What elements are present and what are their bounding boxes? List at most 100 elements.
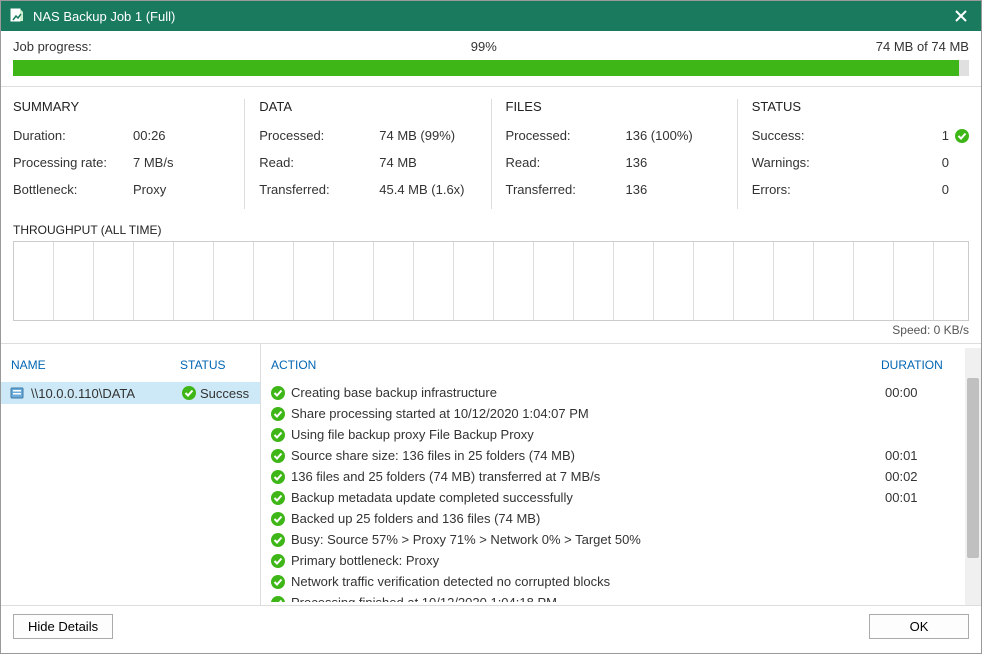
status-heading: STATUS (752, 99, 969, 114)
action-check-icon (271, 386, 285, 400)
data-column: DATA Processed:74 MB (99%) Read:74 MB Tr… (245, 99, 491, 209)
data-heading: DATA (259, 99, 476, 114)
action-check-icon (271, 512, 285, 526)
throughput-section: THROUGHPUT (ALL TIME) Speed: 0 KB/s (1, 219, 981, 343)
warnings-label: Warnings: (752, 155, 872, 170)
action-check-icon (271, 533, 285, 547)
action-duration: 00:02 (885, 469, 975, 484)
action-row[interactable]: Source share size: 136 files in 25 folde… (271, 445, 975, 466)
warnings-value: 0 (925, 155, 949, 170)
throughput-chart (13, 241, 969, 321)
share-row[interactable]: \\10.0.0.110\DATA Success (1, 382, 260, 404)
throughput-speed: Speed: 0 KB/s (13, 321, 969, 343)
action-check-icon (271, 575, 285, 589)
summary-column: SUMMARY Duration:00:26 Processing rate:7… (13, 99, 245, 209)
action-row[interactable]: Using file backup proxy File Backup Prox… (271, 424, 975, 445)
action-check-icon (271, 428, 285, 442)
action-text: Using file backup proxy File Backup Prox… (291, 427, 879, 442)
action-text: Processing finished at 10/12/2020 1:04:1… (291, 595, 879, 602)
action-row[interactable]: Network traffic verification detected no… (271, 571, 975, 592)
duration-label: Duration: (13, 128, 133, 143)
action-text: Network traffic verification detected no… (291, 574, 879, 589)
files-column: FILES Processed:136 (100%) Read:136 Tran… (492, 99, 738, 209)
action-duration: 00:00 (885, 385, 975, 400)
action-text: 136 files and 25 folders (74 MB) transfe… (291, 469, 879, 484)
action-row[interactable]: Backed up 25 folders and 136 files (74 M… (271, 508, 975, 529)
close-button[interactable] (949, 4, 973, 28)
action-text: Busy: Source 57% > Proxy 71% > Network 0… (291, 532, 879, 547)
data-transferred-label: Transferred: (259, 182, 379, 197)
ok-button[interactable]: OK (869, 614, 969, 639)
action-list[interactable]: Creating base backup infrastructure 00:00… (261, 382, 981, 602)
action-check-icon (271, 554, 285, 568)
success-label: Success: (752, 128, 872, 143)
scrollbar-thumb[interactable] (967, 378, 979, 558)
action-text: Backup metadata update completed success… (291, 490, 879, 505)
details-section: NAME STATUS \\10.0.0.110\DATA Success AC… (1, 343, 981, 605)
action-duration: 00:01 (885, 448, 975, 463)
action-row[interactable]: Creating base backup infrastructure 00:00 (271, 382, 975, 403)
stats-section: SUMMARY Duration:00:26 Processing rate:7… (1, 87, 981, 219)
window-title: NAS Backup Job 1 (Full) (33, 9, 949, 24)
summary-heading: SUMMARY (13, 99, 230, 114)
action-row[interactable]: 136 files and 25 folders (74 MB) transfe… (271, 466, 975, 487)
duration-value: 00:26 (133, 128, 230, 143)
app-icon (9, 8, 25, 24)
action-row[interactable]: Primary bottleneck: Proxy (271, 550, 975, 571)
status-column: STATUS Success: 1 Warnings: 0 Errors: 0 (738, 99, 969, 209)
share-name: \\10.0.0.110\DATA (31, 386, 176, 401)
progress-section: Job progress: 99% 74 MB of 74 MB (1, 31, 981, 87)
share-status: Success (200, 386, 249, 401)
files-transferred-label: Transferred: (506, 182, 626, 197)
status-column-header[interactable]: STATUS (180, 358, 250, 372)
action-check-icon (271, 491, 285, 505)
bottleneck-value: Proxy (133, 182, 230, 197)
rate-value: 7 MB/s (133, 155, 230, 170)
action-text: Share processing started at 10/12/2020 1… (291, 406, 879, 421)
action-column-header[interactable]: ACTION (271, 358, 881, 372)
action-check-icon (271, 449, 285, 463)
action-text: Backed up 25 folders and 136 files (74 M… (291, 511, 879, 526)
action-check-icon (271, 470, 285, 484)
action-row[interactable]: Busy: Source 57% > Proxy 71% > Network 0… (271, 529, 975, 550)
action-check-icon (271, 596, 285, 603)
action-row[interactable]: Processing finished at 10/12/2020 1:04:1… (271, 592, 975, 602)
files-processed-label: Processed: (506, 128, 626, 143)
name-pane: NAME STATUS \\10.0.0.110\DATA Success (1, 344, 261, 605)
titlebar: NAS Backup Job 1 (Full) (1, 1, 981, 31)
data-read-label: Read: (259, 155, 379, 170)
progress-bar (13, 60, 969, 76)
name-column-header[interactable]: NAME (11, 358, 180, 372)
action-row[interactable]: Share processing started at 10/12/2020 1… (271, 403, 975, 424)
hide-details-button[interactable]: Hide Details (13, 614, 113, 639)
action-pane: ACTION DURATION Creating base backup inf… (261, 344, 981, 605)
errors-value: 0 (925, 182, 949, 197)
data-processed-value: 74 MB (99%) (379, 128, 476, 143)
close-icon (955, 10, 967, 22)
action-text: Creating base backup infrastructure (291, 385, 879, 400)
action-text: Primary bottleneck: Proxy (291, 553, 879, 568)
errors-label: Errors: (752, 182, 872, 197)
name-pane-header: NAME STATUS (1, 344, 260, 382)
progress-size: 74 MB of 74 MB (876, 39, 969, 54)
row-status-check-icon (182, 386, 196, 400)
success-value: 1 (925, 128, 949, 143)
scrollbar[interactable] (965, 348, 981, 605)
action-pane-header: ACTION DURATION (261, 344, 981, 382)
rate-label: Processing rate: (13, 155, 133, 170)
progress-fill (13, 60, 959, 76)
bottleneck-label: Bottleneck: (13, 182, 133, 197)
throughput-heading: THROUGHPUT (ALL TIME) (13, 223, 969, 237)
data-transferred-value: 45.4 MB (1.6x) (379, 182, 476, 197)
action-text: Source share size: 136 files in 25 folde… (291, 448, 879, 463)
action-check-icon (271, 407, 285, 421)
duration-column-header[interactable]: DURATION (881, 358, 971, 372)
files-read-value: 136 (626, 155, 723, 170)
success-check-icon (955, 129, 969, 143)
progress-label: Job progress: (13, 39, 92, 54)
files-heading: FILES (506, 99, 723, 114)
action-row[interactable]: Backup metadata update completed success… (271, 487, 975, 508)
files-read-label: Read: (506, 155, 626, 170)
data-processed-label: Processed: (259, 128, 379, 143)
footer: Hide Details OK (1, 605, 981, 647)
